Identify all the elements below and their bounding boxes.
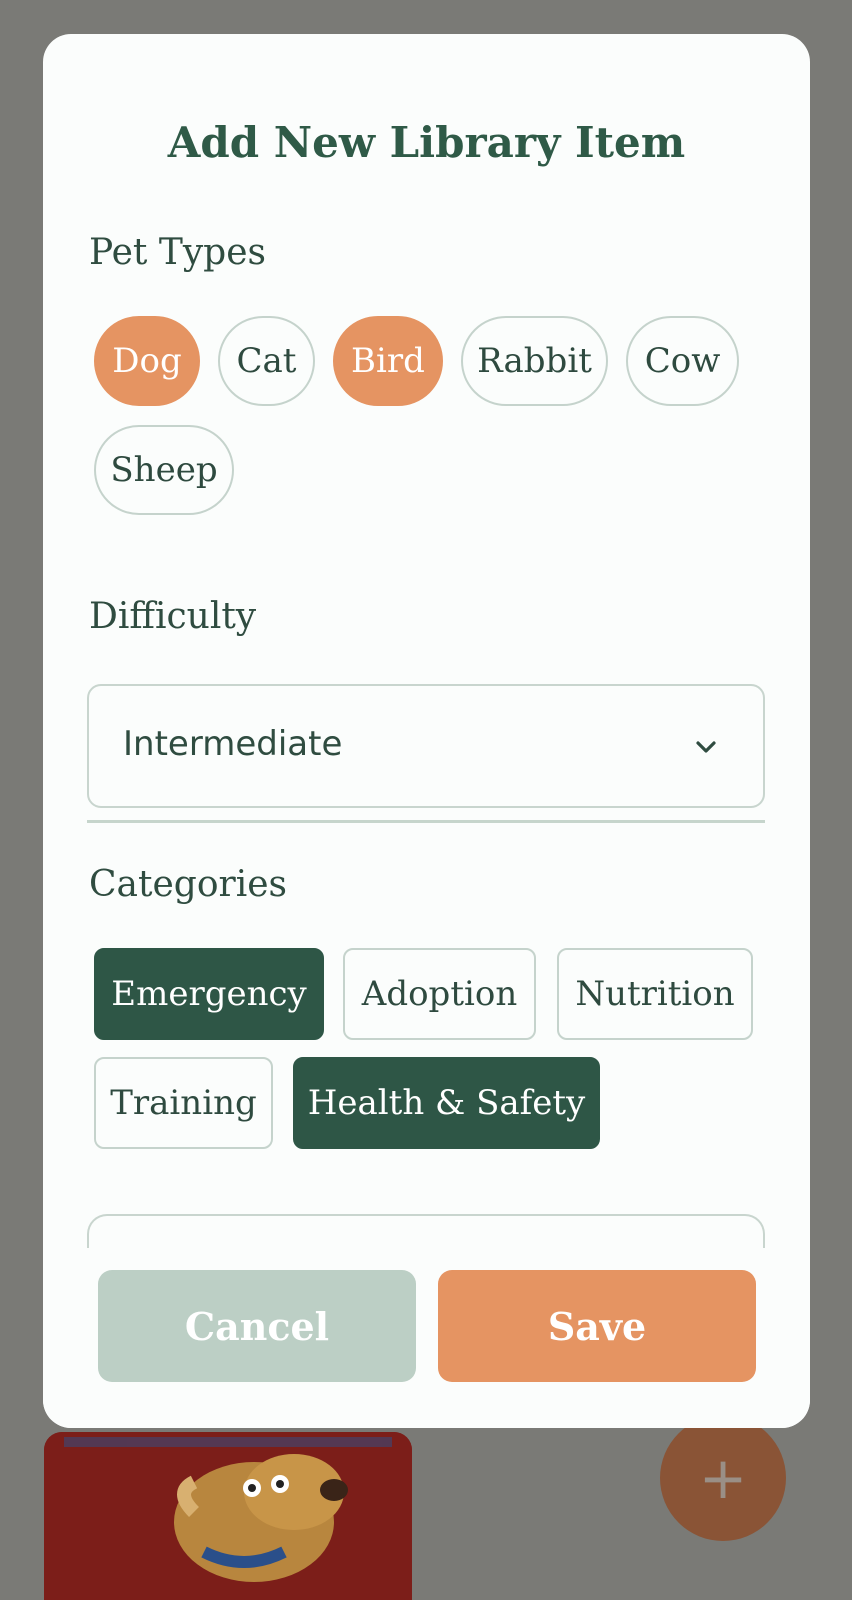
dog-illustration (44, 1432, 412, 1600)
add-fab-button[interactable]: + (660, 1415, 786, 1541)
chevron-down-icon (696, 741, 716, 753)
plus-icon: + (698, 1444, 748, 1512)
pet-chip-cow[interactable]: Cow (626, 316, 739, 406)
category-chip-training[interactable]: Training (94, 1057, 273, 1149)
categories-label: Categories (89, 864, 287, 905)
pet-chip-bird[interactable]: Bird (333, 316, 443, 406)
pet-chip-rabbit[interactable]: Rabbit (461, 316, 608, 406)
category-chip-health-safety[interactable]: Health & Safety (293, 1057, 600, 1149)
pet-chip-cat[interactable]: Cat (218, 316, 315, 406)
category-chip-adoption[interactable]: Adoption (343, 948, 536, 1040)
save-button[interactable]: Save (438, 1270, 756, 1382)
pet-chip-dog[interactable]: Dog (94, 316, 200, 406)
category-chip-emergency[interactable]: Emergency (94, 948, 324, 1040)
add-library-item-dialog: Add New Library Item Pet Types Dog Cat B… (43, 34, 810, 1428)
difficulty-select[interactable]: Intermediate (87, 684, 765, 808)
difficulty-label: Difficulty (89, 596, 257, 637)
pet-chip-sheep[interactable]: Sheep (94, 425, 234, 515)
cancel-button[interactable]: Cancel (98, 1270, 416, 1382)
category-chip-nutrition[interactable]: Nutrition (557, 948, 753, 1040)
book-cover-card (44, 1432, 412, 1600)
dialog-title: Add New Library Item (167, 118, 686, 167)
difficulty-value: Intermediate (123, 724, 343, 764)
pet-types-label: Pet Types (89, 232, 266, 273)
difficulty-underline (87, 820, 765, 823)
